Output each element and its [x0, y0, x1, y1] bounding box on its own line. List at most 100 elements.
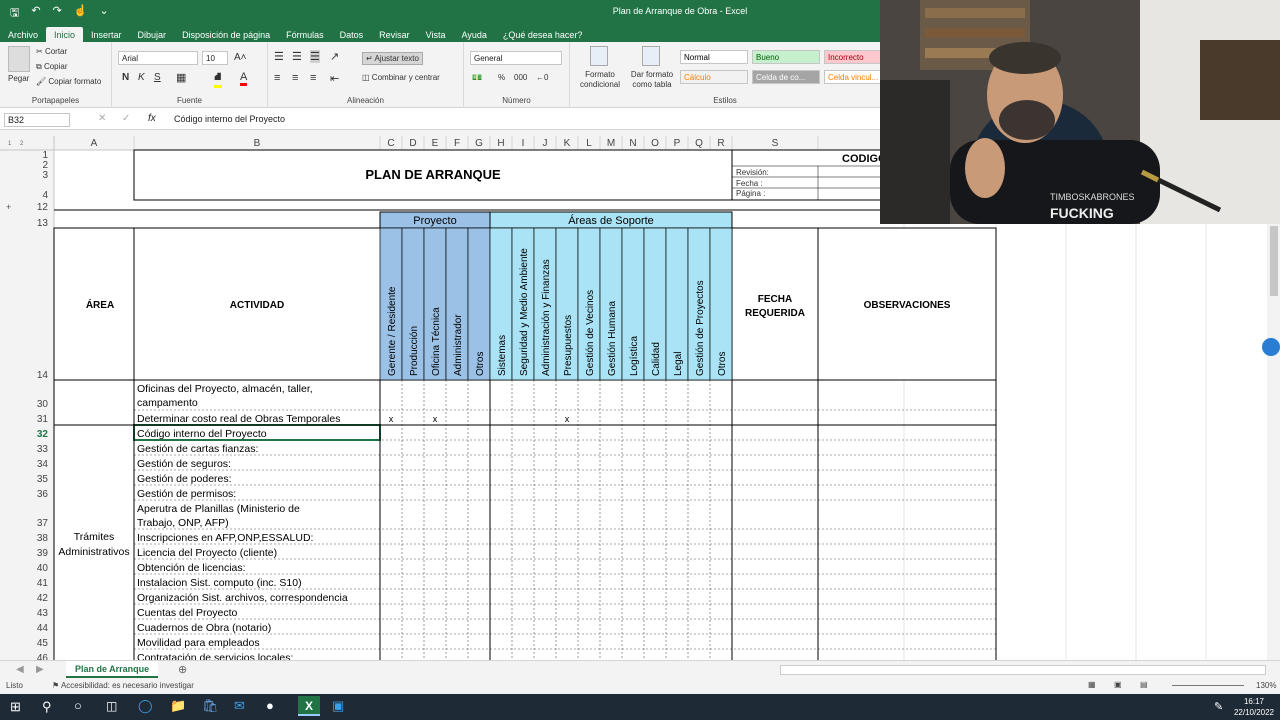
- confirm-icon[interactable]: ✓: [122, 113, 130, 124]
- activity-cell[interactable]: Cuadernos de Obra (notario): [137, 622, 271, 634]
- mark-x[interactable]: x: [565, 414, 570, 424]
- activity-cell[interactable]: Oficinas del Proyecto, almacén, taller,: [137, 383, 313, 395]
- name-box[interactable]: B32: [4, 113, 70, 127]
- increase-decimal-icon[interactable]: ←0: [536, 73, 548, 82]
- italic-button[interactable]: K: [138, 72, 145, 83]
- align-top-icon[interactable]: ☰: [274, 50, 284, 63]
- cell-style-item[interactable]: Celda de co...: [752, 70, 820, 84]
- redo-icon[interactable]: ↷: [53, 4, 62, 23]
- font-color-icon[interactable]: A: [240, 71, 248, 86]
- pen-icon[interactable]: ✎: [1214, 700, 1223, 713]
- row-header-33[interactable]: 33: [37, 444, 49, 455]
- row-header-3[interactable]: 3: [42, 170, 48, 181]
- number-format-select[interactable]: General: [470, 51, 562, 65]
- column-header-G[interactable]: G: [475, 138, 483, 149]
- align-bottom-icon[interactable]: ☰: [310, 50, 320, 63]
- prev-sheet-icon[interactable]: ◀: [16, 664, 24, 675]
- column-header-F[interactable]: F: [454, 138, 460, 149]
- activity-cell[interactable]: Trabajo, ONP, AFP): [137, 517, 229, 529]
- add-sheet-icon[interactable]: ⊕: [178, 663, 187, 676]
- column-header-P[interactable]: P: [674, 138, 681, 149]
- row-header-42[interactable]: 42: [37, 593, 49, 604]
- align-right-icon[interactable]: ≡: [310, 72, 316, 84]
- ribbon-tab--qué-desea-hacer-[interactable]: ¿Qué desea hacer?: [495, 27, 591, 42]
- store-icon[interactable]: 🛍: [202, 698, 219, 714]
- ribbon-tab-datos[interactable]: Datos: [332, 27, 372, 42]
- formula-content[interactable]: Código interno del Proyecto: [174, 114, 285, 124]
- horizontal-scrollbar[interactable]: [780, 665, 1266, 675]
- customize-qat-icon[interactable]: ⌄: [100, 4, 109, 23]
- row-header-13[interactable]: 13: [37, 218, 49, 229]
- app-icon[interactable]: ●: [266, 698, 274, 713]
- ribbon-tab-fórmulas[interactable]: Fórmulas: [278, 27, 332, 42]
- wrap-text-button[interactable]: ↵ Ajustar texto: [362, 52, 423, 65]
- column-header-N[interactable]: N: [629, 138, 636, 149]
- column-header-R[interactable]: R: [717, 138, 724, 149]
- touch-mode-icon[interactable]: ☝: [74, 4, 88, 23]
- undo-icon[interactable]: ↶: [31, 4, 40, 23]
- column-header-C[interactable]: C: [387, 138, 394, 149]
- activity-cell[interactable]: Inscripciones en AFP,ONP,ESSALUD:: [137, 532, 313, 544]
- mark-x[interactable]: x: [433, 414, 438, 424]
- next-sheet-icon[interactable]: ▶: [36, 664, 44, 675]
- row-header-36[interactable]: 36: [37, 489, 49, 500]
- activity-cell[interactable]: Determinar costo real de Obras Temporale…: [137, 413, 340, 425]
- activity-cell[interactable]: Aperutra de Planillas (Ministerio de: [137, 503, 300, 515]
- ribbon-tab-insertar[interactable]: Insertar: [83, 27, 130, 42]
- mail-icon[interactable]: ✉: [234, 698, 245, 714]
- activity-cell[interactable]: Gestión de cartas fianzas:: [137, 443, 258, 455]
- paste-button[interactable]: Pegar: [8, 74, 29, 83]
- column-header-M[interactable]: M: [607, 138, 615, 149]
- search-icon[interactable]: ⚲: [42, 699, 52, 715]
- function-icon[interactable]: fx: [148, 113, 156, 124]
- column-header-E[interactable]: E: [432, 138, 439, 149]
- cancel-icon[interactable]: ✕: [98, 113, 106, 124]
- comma-style-icon[interactable]: 000: [514, 73, 527, 82]
- column-header-K[interactable]: K: [564, 138, 571, 149]
- format-painter-button[interactable]: 🖌 Copiar formato: [36, 77, 101, 86]
- copy-button[interactable]: ⧉ Copiar: [36, 62, 68, 72]
- accessibility-status[interactable]: ⚑ Accesibilidad: es necesario investigar: [52, 681, 194, 690]
- windows-start-icon[interactable]: ⊞: [10, 699, 21, 715]
- column-header-L[interactable]: L: [586, 138, 592, 149]
- file-explorer-icon[interactable]: 📁: [170, 698, 186, 714]
- align-center-icon[interactable]: ≡: [292, 72, 298, 84]
- grow-font-icon[interactable]: A˄: [234, 52, 247, 63]
- ribbon-tab-revisar[interactable]: Revisar: [371, 27, 418, 42]
- cortana-icon[interactable]: ○: [74, 698, 82, 713]
- paste-icon[interactable]: [8, 46, 30, 72]
- cell-style-item[interactable]: Normal: [680, 50, 748, 64]
- normal-view-icon[interactable]: ▦: [1088, 680, 1096, 689]
- activity-cell[interactable]: Organización Sist. archivos, corresponde…: [137, 592, 348, 604]
- percent-icon[interactable]: %: [498, 73, 505, 82]
- ribbon-tab-inicio[interactable]: Inicio: [46, 27, 84, 42]
- row-header-46[interactable]: 46: [37, 653, 49, 660]
- column-header-B[interactable]: B: [254, 138, 261, 149]
- column-header-A[interactable]: A: [91, 138, 98, 149]
- conditional-format-button[interactable]: Formato condicional: [574, 70, 626, 90]
- fill-color-icon[interactable]: ⛘: [214, 71, 222, 88]
- activity-cell[interactable]: Contratación de servicios locales:: [137, 652, 293, 660]
- font-size-select[interactable]: 10: [202, 51, 228, 65]
- activity-cell[interactable]: campamento: [137, 397, 198, 409]
- merge-center-button[interactable]: ◫ Combinar y centrar: [362, 73, 440, 82]
- row-header-34[interactable]: 34: [37, 459, 49, 470]
- column-header-Q[interactable]: Q: [695, 138, 703, 149]
- underline-button[interactable]: S: [154, 72, 161, 83]
- orientation-icon[interactable]: ↗: [330, 50, 339, 63]
- dropbox-helper-icon[interactable]: [1262, 338, 1280, 356]
- ribbon-tab-disposición-de-página[interactable]: Disposición de página: [174, 27, 278, 42]
- ribbon-tab-vista[interactable]: Vista: [418, 27, 454, 42]
- save-icon[interactable]: 🖫: [10, 4, 19, 23]
- page-break-icon[interactable]: ▤: [1140, 680, 1148, 689]
- bold-button[interactable]: N: [122, 72, 129, 83]
- activity-cell[interactable]: Gestión de seguros:: [137, 458, 231, 470]
- column-header-H[interactable]: H: [497, 138, 504, 149]
- page-layout-icon[interactable]: ▣: [1114, 680, 1122, 689]
- edge-icon[interactable]: ◯: [138, 698, 153, 714]
- activity-cell[interactable]: Gestión de poderes:: [137, 473, 232, 485]
- column-header-J[interactable]: J: [543, 138, 548, 149]
- row-header-14[interactable]: 14: [37, 370, 49, 381]
- row-header-38[interactable]: 38: [37, 533, 49, 544]
- borders-icon[interactable]: ▦: [176, 71, 186, 84]
